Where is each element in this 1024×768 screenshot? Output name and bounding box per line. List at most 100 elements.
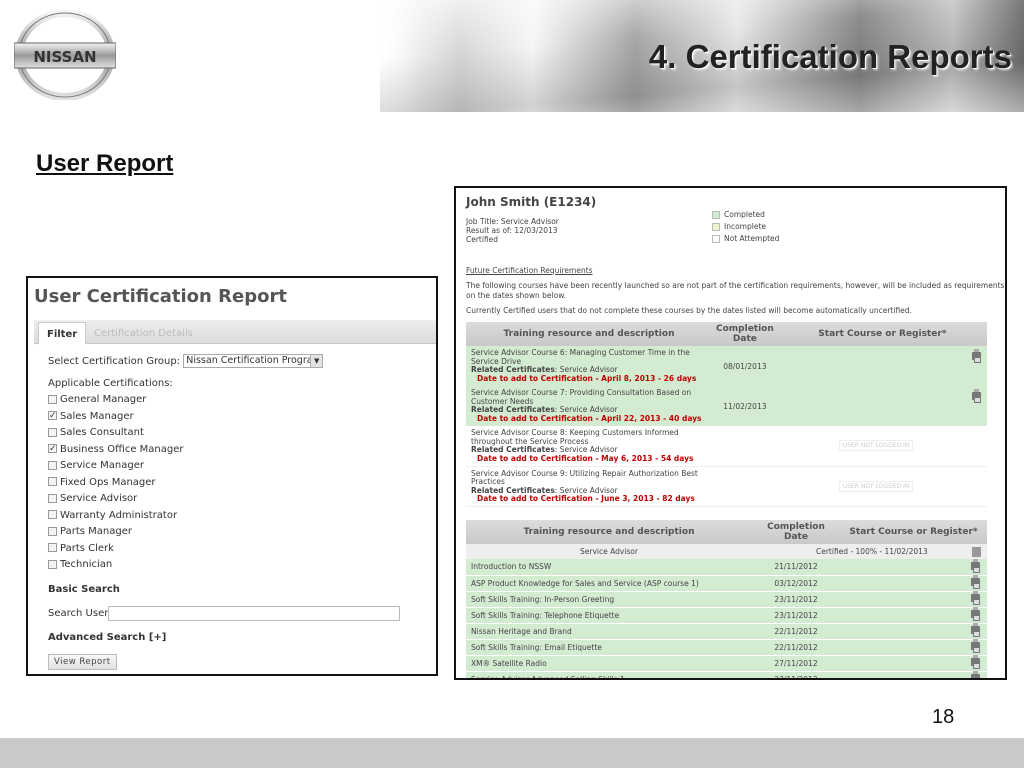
completion-date: 23/11/2012 [752,591,840,608]
table-row: Soft Skills Training: Email Etiquette 22/… [466,639,987,656]
print-icon[interactable] [971,623,980,637]
action-cell [840,639,987,656]
group-row: Select Certification Group: Nissan Certi… [48,354,324,368]
checkbox[interactable] [48,493,57,503]
print-icon[interactable] [972,389,981,403]
checkbox[interactable] [48,460,57,470]
group-value: Nissan Certification Program [186,355,322,366]
related-label: Related Certificates [471,365,555,374]
certification-option[interactable]: Technician [48,559,112,570]
certification-label: Business Office Manager [60,443,184,455]
search-label: Search User: [48,608,112,619]
certification-option[interactable]: Parts Clerk [48,543,114,554]
checkbox[interactable] [48,543,57,552]
action-cell [777,346,987,386]
completion-date: 11/02/2013 [712,386,778,426]
table-row: Nissan Heritage and Brand 22/11/2012 [466,623,987,640]
table-row: XM® Satellite Radio 27/11/2012 [466,655,987,672]
certification-option[interactable]: Service Advisor [48,493,137,504]
group-label: Select Certification Group: [48,356,181,367]
certification-label: Fixed Ops Manager [60,476,156,488]
action-cell: USER NOT LOGGED IN [777,426,987,467]
checkbox[interactable] [48,526,57,536]
course-name: ASP Product Knowledge for Sales and Serv… [466,575,752,592]
certification-label: Parts Manager [60,526,132,537]
checkbox[interactable]: ✓ [48,444,57,454]
group-status: Certified - 100% - 11/02/2013 [752,544,987,559]
start-course-button[interactable]: USER NOT LOGGED IN [838,440,914,452]
print-icon[interactable] [971,639,980,653]
certification-option[interactable]: Sales Consultant [48,427,144,438]
checkbox[interactable] [48,477,57,486]
completion-date: 23/11/2012 [752,607,840,624]
scroll-icon[interactable] [972,547,981,557]
certification-option[interactable]: Fixed Ops Manager [48,477,156,488]
tab-bar: Filter Certification Details [34,320,436,345]
future-courses-table: Training resource and description Comple… [466,322,987,507]
action-cell [777,386,987,426]
course-name: Soft Skills Training: Telephone Etiquett… [466,607,752,624]
action-cell [840,575,987,592]
certification-label: Technician [60,559,113,570]
legend: Completed Incomplete Not Attempted [712,210,779,246]
course-name: Soft Skills Training: In-Person Greeting [466,591,752,608]
action-cell [840,591,987,608]
certification-option[interactable]: ✓ Sales Manager [48,411,134,422]
table-row: Service Advisor Course 8: Keeping Custom… [466,426,987,467]
certification-option[interactable]: General Manager [48,394,146,405]
checkbox[interactable] [48,427,57,437]
course-cell: Service Advisor Course 9: Utilizing Repa… [466,466,712,507]
checkbox[interactable] [48,559,57,569]
chevron-down-icon[interactable]: ▼ [310,355,323,367]
print-icon[interactable] [971,558,980,573]
certification-option[interactable]: Parts Manager [48,526,132,537]
certification-courses-table: Training resource and description Comple… [466,520,987,678]
certification-label: Sales Consultant [60,427,144,438]
action-cell: USER NOT LOGGED IN [777,466,987,507]
group-row: Service Advisor Certified - 100% - 11/02… [466,544,987,559]
print-icon[interactable] [971,575,980,589]
checkbox[interactable]: ✓ [48,411,57,421]
view-report-button[interactable]: View Report [48,654,117,670]
related-label: Related Certificates [471,445,555,454]
action-cell [840,671,987,678]
advanced-search-toggle[interactable]: Advanced Search [+] [48,632,166,643]
table-row: Service Advisor Course 7: Providing Cons… [466,386,987,426]
print-icon[interactable] [972,349,981,363]
table-row: Service Advisor Course 9: Utilizing Repa… [466,466,987,507]
future-text: The following courses have been recently… [466,281,1005,300]
tab-filter[interactable]: Filter [38,322,87,345]
legend-completed: Completed [712,210,779,222]
course-name: Soft Skills Training: Email Etiquette [466,639,752,656]
tab-certification-details[interactable]: Certification Details [86,322,201,345]
legend-incomplete: Incomplete [712,222,779,234]
print-icon[interactable] [971,655,980,669]
certification-label: Warranty Administrator [60,509,178,521]
col-start-course: Start Course or Register* [840,520,987,544]
certification-status: Certified [466,235,499,244]
checkbox[interactable] [48,394,57,404]
search-user-input[interactable] [108,606,400,621]
group-name: Service Advisor [466,544,752,559]
start-course-button[interactable]: USER NOT LOGGED IN [838,480,914,492]
course-name: Service Advisor Advanced Selling Skills … [466,671,752,678]
certification-option[interactable]: ✓ Business Office Manager [48,444,183,455]
certification-group-select[interactable]: Nissan Certification Program ▼ [183,354,324,368]
col-training: Training resource and description [466,322,712,346]
applicable-label: Applicable Certifications: [48,378,173,389]
print-icon[interactable] [971,671,980,678]
completion-date [712,426,778,467]
certification-option[interactable]: Service Manager [48,460,144,471]
checkbox[interactable] [48,510,57,519]
completion-date: 27/11/2012 [752,655,840,672]
action-cell [840,655,987,672]
print-icon[interactable] [971,607,980,621]
certification-option[interactable]: Warranty Administrator [48,510,177,521]
future-requirements-link[interactable]: Future Certification Requirements [466,266,593,275]
completion-date: 21/11/2012 [752,559,840,576]
action-cell [840,623,987,640]
related-label: Related Certificates [471,405,555,414]
completion-date: 23/11/2012 [752,671,840,678]
col-start-course: Start Course or Register* [777,322,987,346]
print-icon[interactable] [971,591,980,605]
